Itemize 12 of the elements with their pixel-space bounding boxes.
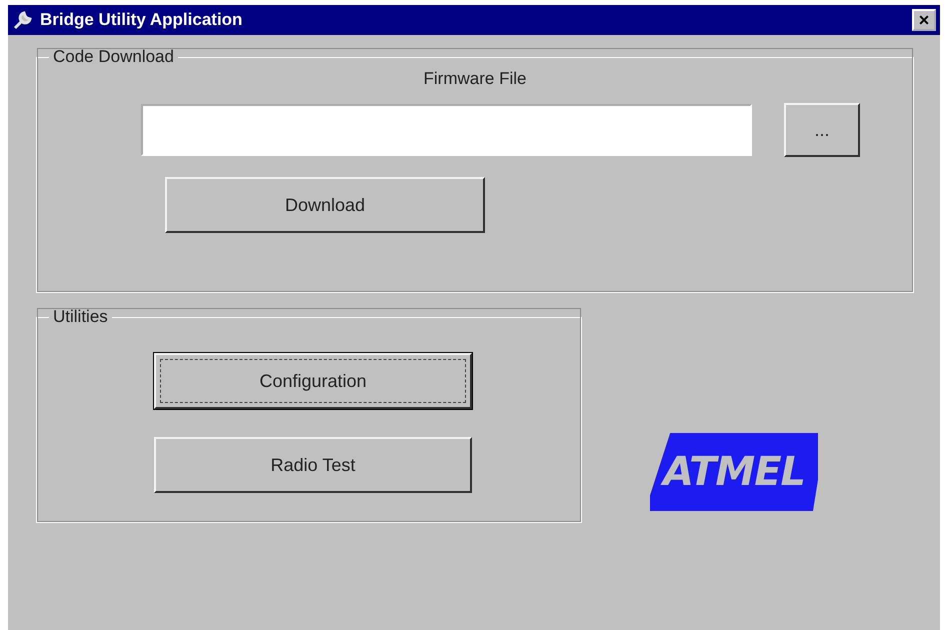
wrench-icon <box>12 9 34 31</box>
utility-button[interactable]: Radio Test <box>154 437 472 493</box>
group-title: Code Download <box>52 47 175 67</box>
window-title: Bridge Utility Application <box>40 10 244 30</box>
firmware-file-field[interactable] <box>141 104 752 156</box>
group-title: Utilities <box>52 307 109 327</box>
utility-button[interactable]: Configuration <box>154 353 472 409</box>
download-button[interactable]: Download <box>165 177 485 233</box>
logo: ATMEL <box>650 433 818 511</box>
browse-button[interactable]: ... <box>784 103 860 157</box>
close-button[interactable]: × <box>912 9 936 31</box>
field-label: Firmware File <box>422 69 528 89</box>
